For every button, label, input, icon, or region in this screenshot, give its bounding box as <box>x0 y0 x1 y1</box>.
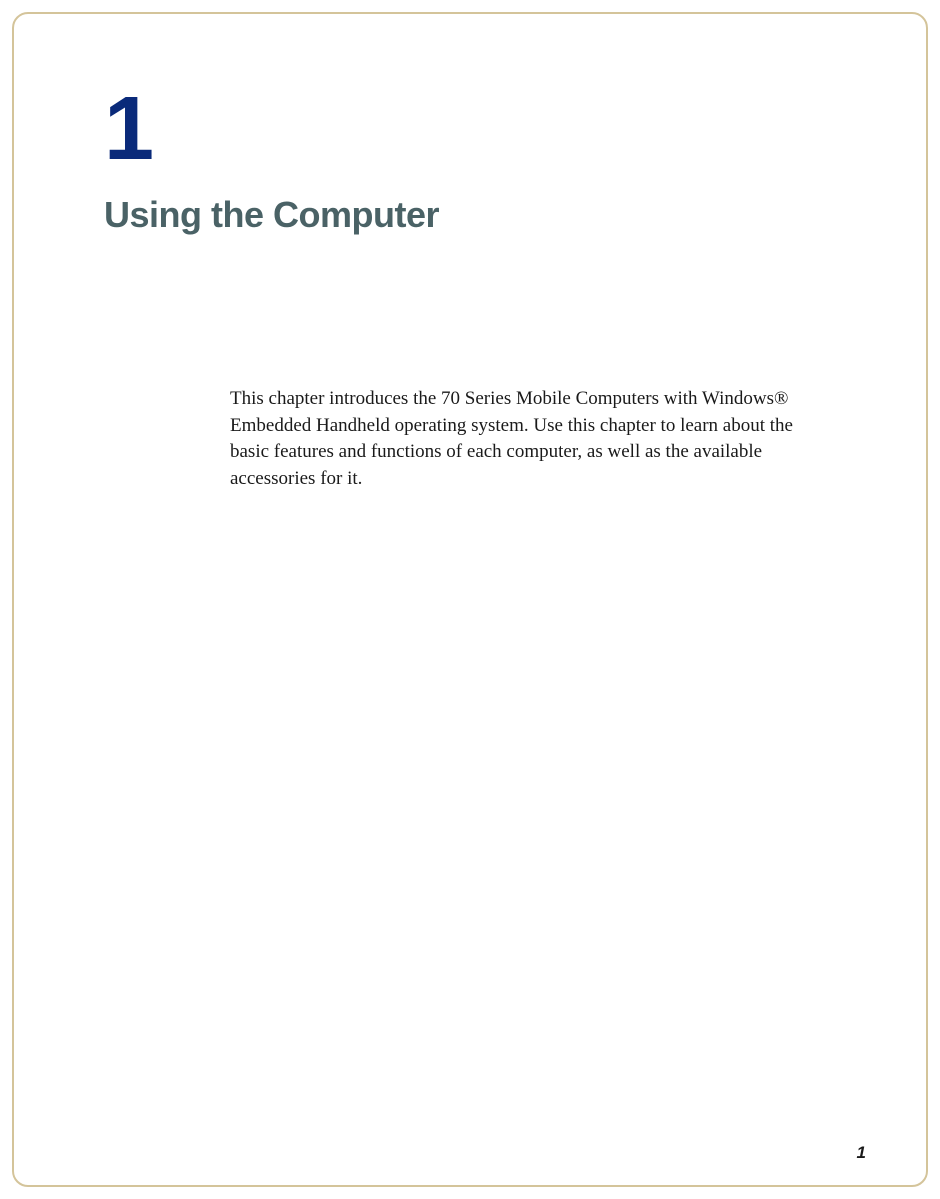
chapter-title: Using the Computer <box>104 194 836 236</box>
chapter-intro-paragraph: This chapter introduces the 70 Series Mo… <box>230 386 816 492</box>
chapter-number: 1 <box>104 84 836 174</box>
page-frame: 1 Using the Computer This chapter introd… <box>12 12 928 1187</box>
page-number: 1 <box>857 1143 866 1163</box>
